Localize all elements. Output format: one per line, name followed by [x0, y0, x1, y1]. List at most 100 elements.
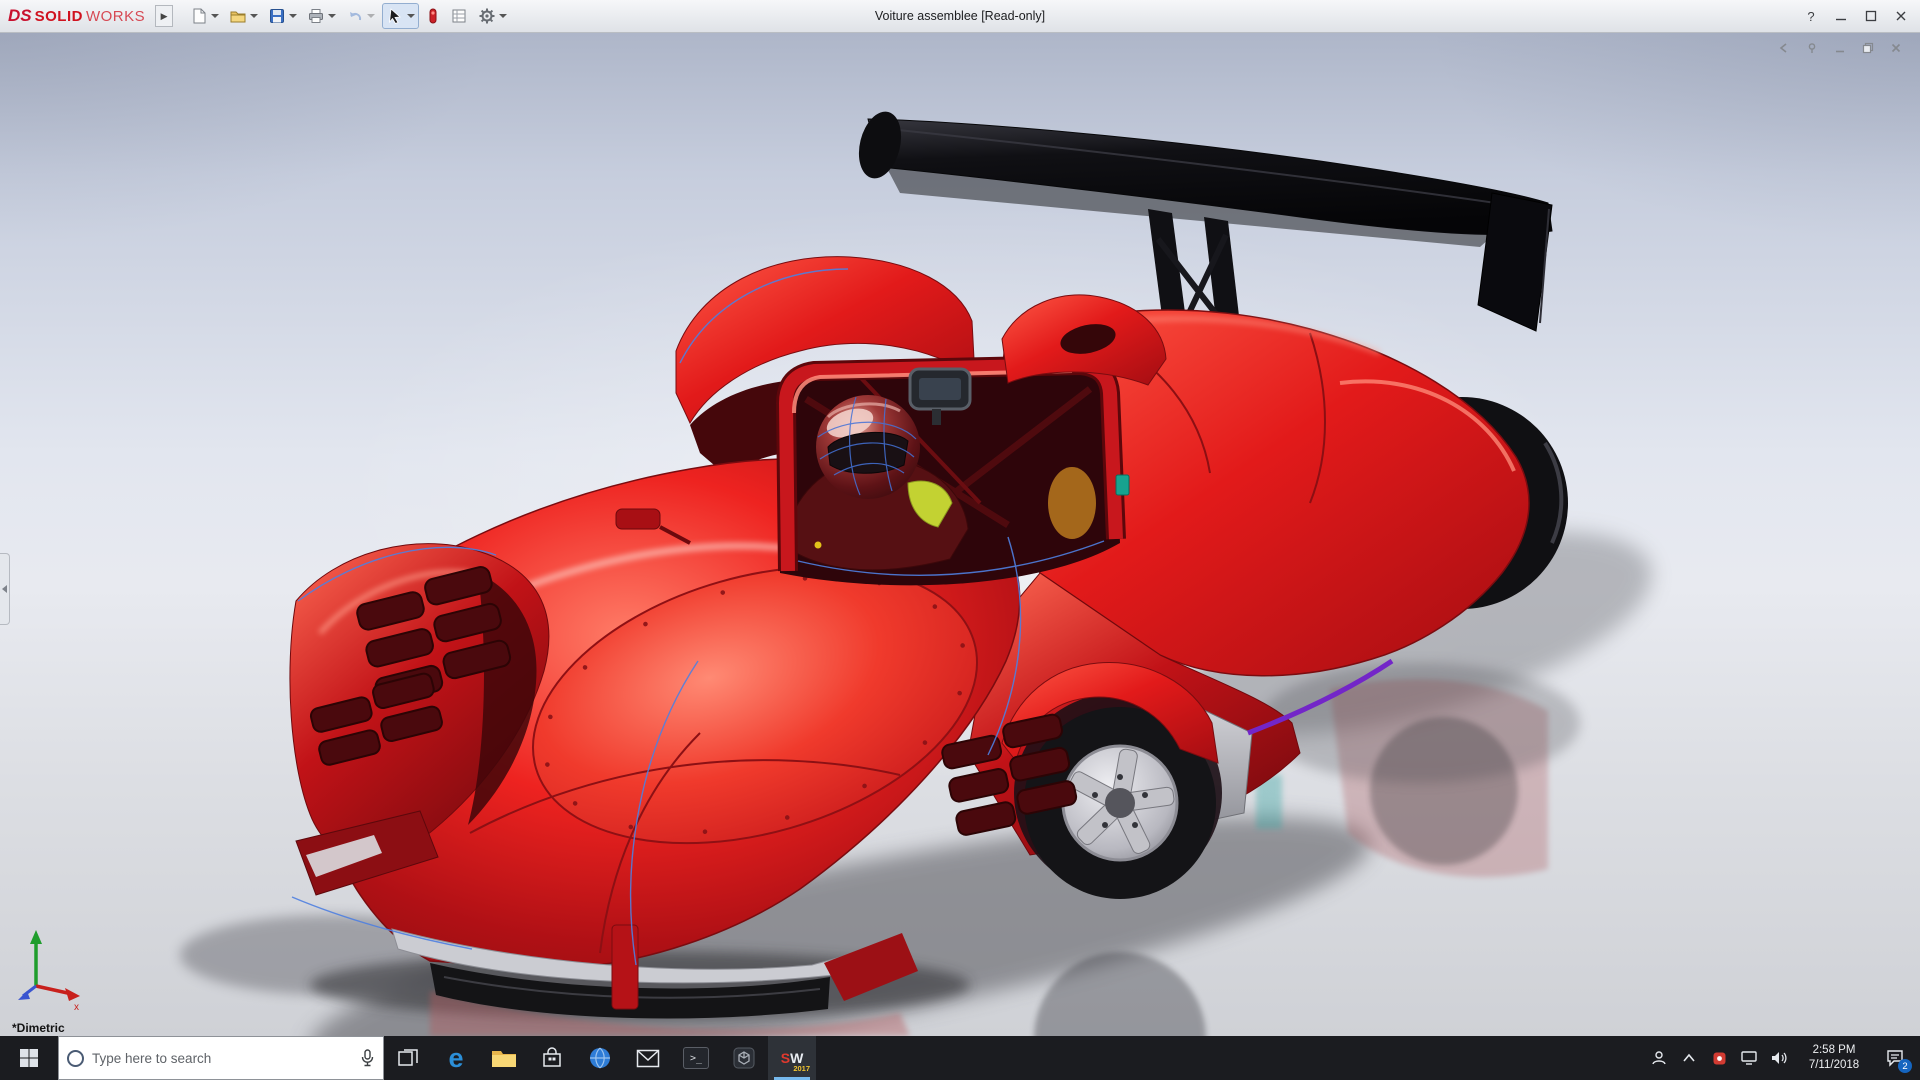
search-input[interactable]: [92, 1050, 352, 1066]
terminal-icon: >_: [683, 1047, 709, 1069]
solidworks-logo: DS SOLID WORKS: [0, 6, 155, 26]
collapse-arrow-icon: [2, 585, 7, 593]
system-tray: 2:58 PM 7/11/2018 2: [1646, 1036, 1920, 1080]
undo-button[interactable]: [343, 3, 378, 29]
minimize-icon: [1836, 18, 1846, 21]
file-properties-button[interactable]: [447, 3, 471, 29]
microphone-icon[interactable]: [360, 1049, 375, 1067]
select-button[interactable]: [382, 3, 420, 29]
browser-globe-icon: [590, 1047, 610, 1069]
print-button[interactable]: [304, 3, 339, 29]
doc-minimize-icon: [1836, 50, 1844, 52]
mail-button[interactable]: [624, 1036, 672, 1080]
undo-caret-icon: [367, 14, 376, 18]
task-view-button[interactable]: [384, 1036, 432, 1080]
solidworks-app-button[interactable]: SW 2017: [768, 1036, 816, 1080]
options-gear-icon: [479, 8, 495, 24]
viewer-app-icon: [733, 1047, 755, 1069]
cortana-icon: [67, 1049, 84, 1067]
file-explorer-icon: [492, 1051, 516, 1067]
viewer-app-button[interactable]: [720, 1036, 768, 1080]
new-caret-icon: [211, 14, 220, 18]
window-controls: ?: [1796, 0, 1916, 32]
mail-icon: [636, 1049, 660, 1067]
options-caret-icon: [499, 14, 508, 18]
save-caret-icon: [289, 14, 298, 18]
help-button[interactable]: ?: [1796, 2, 1826, 30]
document-title: Voiture assemblee [Read-only]: [874, 9, 1046, 23]
notification-badge: 2: [1898, 1059, 1912, 1073]
solidworks-window: DS SOLID WORKS ▶ Voiture assemblee [Read…: [0, 0, 1920, 1080]
quick-access-toolbar: [187, 3, 510, 29]
toolbar-flyout-button[interactable]: ▶: [155, 5, 174, 27]
edge-button[interactable]: e: [432, 1036, 480, 1080]
doc-pin-icon: [1808, 42, 1816, 53]
options-button[interactable]: [475, 3, 510, 29]
taskbar-clock[interactable]: 2:58 PM 7/11/2018: [1796, 1043, 1872, 1073]
doc-minimize-button[interactable]: [1830, 40, 1850, 55]
save-icon: [270, 9, 285, 23]
feature-manager-collapsed-tab[interactable]: [0, 553, 10, 625]
teal-component: [1115, 474, 1130, 496]
doc-restore-icon: [1862, 42, 1874, 53]
task-view-icon: [398, 1049, 418, 1066]
svg-text:x: x: [74, 1002, 79, 1013]
terminal-button[interactable]: >_: [672, 1036, 720, 1080]
minimize-button[interactable]: [1826, 2, 1856, 30]
edge-icon: e: [448, 1042, 464, 1073]
network-icon: [1741, 1051, 1757, 1065]
titlebar: DS SOLID WORKS ▶ Voiture assemblee [Read…: [0, 0, 1920, 33]
graphics-area[interactable]: x *Dimetric: [0, 33, 1920, 1036]
brand-solid: SOLID: [34, 8, 83, 25]
browser-button[interactable]: [576, 1036, 624, 1080]
new-button[interactable]: [187, 3, 222, 29]
taskbar-search[interactable]: [58, 1036, 384, 1080]
cockpit-amber-structure: [1048, 467, 1096, 539]
people-icon: [1652, 1051, 1666, 1065]
store-icon: [543, 1047, 561, 1067]
document-window-controls: [1774, 40, 1906, 55]
people-button[interactable]: [1646, 1036, 1672, 1080]
file-explorer-button[interactable]: [480, 1036, 528, 1080]
rebuild-icon: [429, 8, 437, 24]
close-icon: [1896, 11, 1906, 21]
doc-pin-button[interactable]: [1802, 40, 1822, 55]
file-properties-icon: [452, 9, 466, 23]
open-caret-icon: [250, 14, 259, 18]
close-button[interactable]: [1886, 2, 1916, 30]
view-orientation-label: *Dimetric: [12, 1021, 65, 1035]
doc-close-icon: [1891, 43, 1901, 52]
cockpit: [776, 355, 1126, 586]
print-icon: [309, 9, 324, 23]
doc-back-button[interactable]: [1774, 40, 1794, 55]
action-center-button[interactable]: 2: [1876, 1036, 1914, 1080]
start-button[interactable]: [0, 1036, 58, 1080]
hidden-icons-button[interactable]: [1676, 1036, 1702, 1080]
status-tray-icon: [1713, 1052, 1725, 1064]
save-button[interactable]: [265, 3, 300, 29]
maximize-icon: [1865, 10, 1877, 22]
3d-model-canvas[interactable]: [0, 33, 1920, 1036]
doc-restore-button[interactable]: [1858, 40, 1878, 55]
open-icon: [230, 11, 246, 23]
solidworks-year-badge: 2017: [793, 1064, 810, 1073]
clock-date: 7/11/2018: [1808, 1059, 1860, 1071]
print-caret-icon: [328, 14, 337, 18]
open-button[interactable]: [226, 3, 261, 29]
status-tray-button[interactable]: [1706, 1036, 1732, 1080]
volume-button[interactable]: [1766, 1036, 1792, 1080]
undo-icon: [350, 12, 362, 21]
driver-helmet: [816, 395, 920, 499]
volume-icon: [1772, 1052, 1787, 1064]
doc-close-button[interactable]: [1886, 40, 1906, 55]
chevron-up-icon: [1683, 1053, 1695, 1062]
windows-logo-icon: [20, 1049, 38, 1067]
store-button[interactable]: [528, 1036, 576, 1080]
ds-logo: DS: [8, 6, 32, 25]
clock-time: 2:58 PM: [1812, 1044, 1856, 1056]
maximize-button[interactable]: [1856, 2, 1886, 30]
network-button[interactable]: [1736, 1036, 1762, 1080]
orientation-triad: x: [18, 930, 80, 1013]
rebuild-button[interactable]: [423, 3, 443, 29]
brand-works: WORKS: [85, 8, 146, 25]
